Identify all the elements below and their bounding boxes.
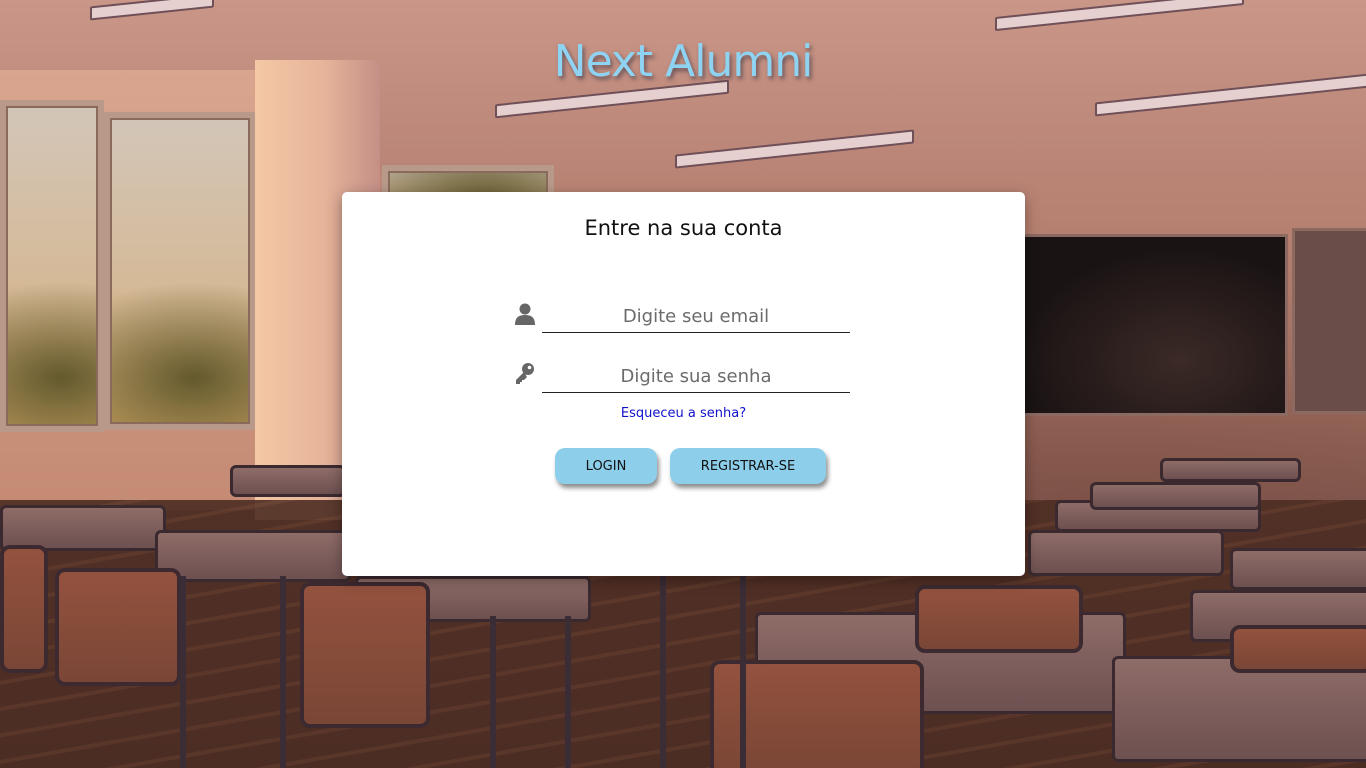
desk (1028, 530, 1224, 576)
chalkboard (1018, 234, 1288, 416)
login-card: Entre na sua conta Esqueceu a senha? LOG… (342, 192, 1025, 576)
classroom-window (0, 100, 104, 432)
notice-board (1292, 228, 1366, 414)
app-title: Next Alumni (553, 36, 814, 87)
desk-leg (490, 616, 496, 768)
chair (0, 545, 48, 673)
chair (300, 582, 430, 728)
chair (915, 585, 1083, 653)
desk (1230, 548, 1366, 590)
user-icon (514, 302, 536, 326)
email-input[interactable] (542, 300, 850, 333)
login-button[interactable]: LOGIN (555, 448, 657, 484)
desk (230, 465, 346, 497)
desk (1090, 482, 1261, 510)
login-card-title: Entre na sua conta (584, 216, 783, 240)
chair (55, 568, 181, 686)
chair (1230, 625, 1366, 673)
desk-leg (660, 576, 666, 768)
desk (155, 530, 351, 582)
desk-leg (740, 576, 746, 768)
forgot-password-link[interactable]: Esqueceu a senha? (342, 406, 1025, 421)
desk-leg (180, 576, 186, 768)
desk (1160, 458, 1301, 482)
register-button[interactable]: REGISTRAR-SE (670, 448, 826, 484)
classroom-window (104, 112, 256, 430)
desk-leg (280, 576, 286, 768)
password-input[interactable] (542, 360, 850, 393)
key-icon (514, 362, 536, 386)
desk-leg (565, 616, 571, 768)
